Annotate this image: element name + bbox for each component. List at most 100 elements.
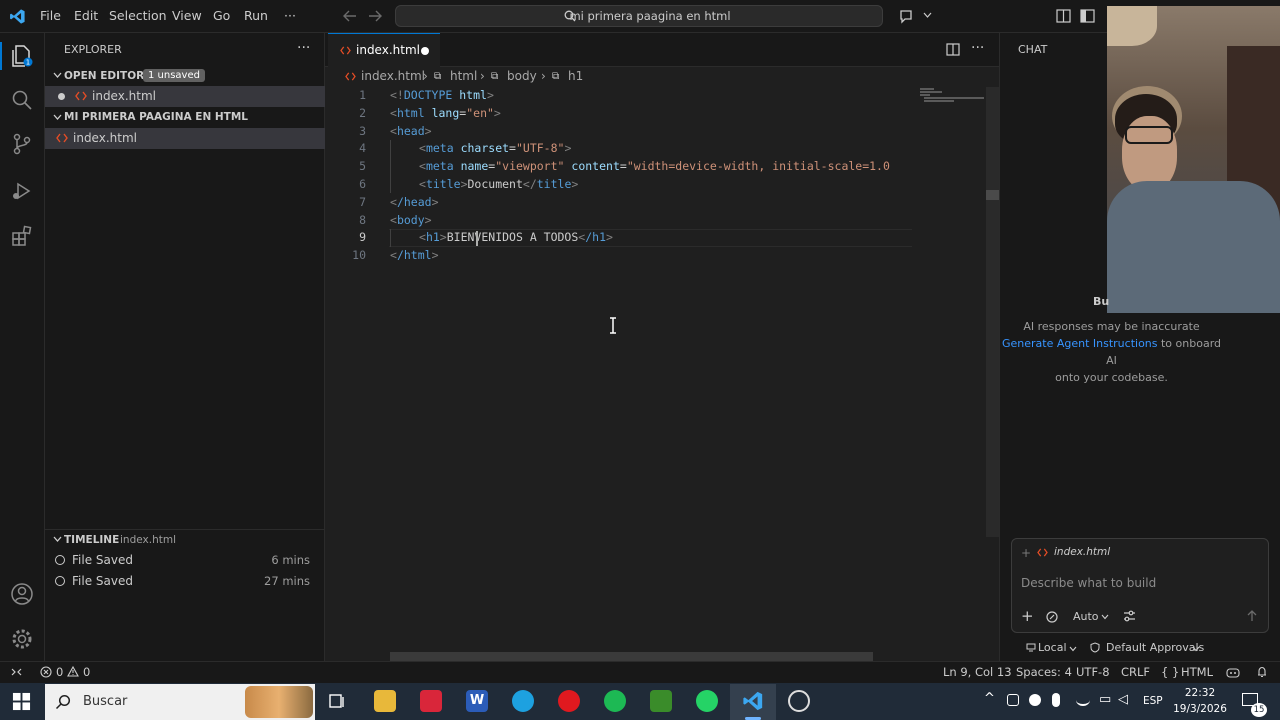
copilot-status-icon[interactable] (1226, 666, 1240, 678)
breadcrumb-html[interactable]: html (450, 69, 477, 83)
chevron-down-icon[interactable] (1069, 646, 1077, 652)
breadcrumb-body[interactable]: body (507, 69, 537, 83)
chevron-down-icon[interactable] (1101, 614, 1109, 620)
copilot-icon[interactable] (898, 8, 916, 24)
word-icon[interactable]: W (466, 690, 488, 712)
code-line-6[interactable]: <title>Document</title> (419, 177, 578, 191)
unsaved-dot-icon[interactable] (58, 93, 65, 100)
whatsapp-icon[interactable] (696, 690, 718, 712)
local-selector[interactable]: Local (1038, 641, 1067, 654)
mode-selector[interactable]: Auto (1073, 610, 1099, 623)
tray-expand-icon[interactable]: ^ (984, 691, 995, 706)
obs-icon[interactable] (788, 690, 810, 712)
toggle-sidebar-icon[interactable] (1080, 9, 1095, 23)
chat-input-box[interactable]: + index.html Describe what to build + Au… (1011, 538, 1269, 633)
code-line-5[interactable]: <meta name="viewport" content="width=dev… (419, 159, 890, 173)
code-line-10[interactable]: </html> (390, 248, 439, 262)
timeline-item-label[interactable]: File Saved (72, 574, 133, 588)
code-line-2[interactable]: <html lang="en"> (390, 106, 501, 120)
edge-browser-icon[interactable] (512, 690, 534, 712)
windows-start-icon[interactable] (12, 692, 31, 711)
encoding[interactable]: UTF-8 (1076, 665, 1110, 679)
context-file-chip[interactable]: index.html (1054, 546, 1110, 558)
volume-icon[interactable]: ◁ (1118, 692, 1128, 707)
spotify-icon[interactable] (604, 690, 626, 712)
task-view-icon[interactable] (327, 691, 347, 711)
tray-app-icon[interactable] (1007, 694, 1019, 706)
editor-more-icon[interactable]: ··· (971, 40, 984, 56)
chevron-down-icon[interactable] (53, 535, 62, 544)
settings-sliders-icon[interactable] (1123, 610, 1136, 622)
tray-cloud-icon[interactable] (1029, 694, 1041, 706)
warning-icon[interactable] (67, 666, 79, 677)
menu-more[interactable]: ··· (284, 8, 296, 23)
cursor-position[interactable]: Ln 9, Col 13 (943, 665, 1012, 679)
editor-tab[interactable]: index.html (328, 33, 440, 67)
open-editor-row[interactable] (45, 86, 325, 107)
line-ending[interactable]: CRLF (1121, 665, 1150, 679)
tools-icon[interactable] (1046, 611, 1058, 623)
account-icon[interactable] (9, 581, 35, 607)
search-icon[interactable] (9, 87, 35, 113)
code-line-7[interactable]: </head> (390, 195, 439, 209)
attach-icon[interactable]: + (1021, 607, 1034, 625)
chevron-down-icon[interactable] (53, 113, 62, 122)
pdf-reader-icon[interactable] (420, 690, 442, 712)
vscode-taskbar-icon[interactable] (742, 690, 764, 712)
breadcrumb-file[interactable]: index.html (361, 69, 425, 83)
code-line-3[interactable]: <head> (390, 124, 432, 138)
menu-run[interactable]: Run (244, 8, 268, 23)
generate-instructions-link[interactable]: Generate Agent Instructions (1002, 337, 1158, 350)
clock-date[interactable]: 19/3/2026 (1172, 703, 1228, 715)
horizontal-scrollbar[interactable] (390, 652, 873, 661)
code-line-4[interactable]: <meta charset="UTF-8"> (419, 141, 571, 155)
menu-go[interactable]: Go (213, 8, 230, 23)
timeline-header[interactable]: TIMELINE (64, 534, 119, 546)
code-line-1[interactable]: <!DOCTYPE html> (390, 88, 494, 102)
indentation[interactable]: Spaces: 4 (1016, 665, 1072, 679)
split-editor-icon[interactable] (946, 43, 960, 56)
error-count[interactable]: 0 (56, 665, 63, 679)
microphone-icon[interactable] (1052, 693, 1060, 707)
input-language[interactable]: ESP (1143, 695, 1163, 707)
taskbar-search[interactable]: Buscar (45, 684, 315, 720)
gear-icon[interactable] (9, 626, 35, 652)
chat-input-placeholder[interactable]: Describe what to build (1021, 576, 1156, 590)
menu-file[interactable]: File (40, 8, 61, 23)
unsaved-dot-icon[interactable] (421, 47, 429, 55)
minecraft-icon[interactable] (650, 690, 672, 712)
layout-panel-icon[interactable] (1056, 9, 1071, 23)
explorer-icon[interactable]: 1 (9, 43, 35, 69)
error-icon[interactable] (40, 666, 52, 678)
code-line-9[interactable]: <h1>BIENVENIDOS A TODOS</h1> (419, 230, 613, 244)
explorer-more-icon[interactable]: ··· (297, 40, 310, 56)
battery-icon[interactable]: ▭ (1099, 692, 1111, 707)
chevron-down-icon[interactable] (923, 12, 932, 19)
opera-browser-icon[interactable] (558, 690, 580, 712)
menu-selection[interactable]: Selection (109, 8, 167, 23)
send-arrow-icon[interactable] (1247, 610, 1257, 622)
remote-icon[interactable] (10, 666, 23, 678)
command-center-search[interactable]: mi primera paagina en html (395, 5, 883, 27)
chevron-down-icon[interactable] (53, 71, 62, 80)
extensions-icon[interactable] (9, 223, 35, 249)
forward-arrow-icon[interactable] (368, 10, 382, 22)
source-control-icon[interactable] (9, 131, 35, 157)
minimap[interactable] (920, 88, 984, 104)
wifi-icon[interactable] (1076, 694, 1090, 706)
clock-time[interactable]: 22:32 (1172, 687, 1228, 699)
back-arrow-icon[interactable] (343, 10, 357, 22)
language-braces-icon[interactable]: { } (1161, 665, 1179, 679)
project-folder-header[interactable]: MI PRIMERA PAAGINA EN HTML (64, 111, 248, 123)
breadcrumb-h1[interactable]: h1 (568, 69, 583, 83)
vertical-scrollbar[interactable] (986, 87, 999, 537)
menu-view[interactable]: View (172, 8, 202, 23)
warning-count[interactable]: 0 (83, 665, 90, 679)
add-context-icon[interactable]: + (1021, 546, 1031, 560)
code-line-8[interactable]: <body> (390, 213, 432, 227)
run-debug-icon[interactable] (9, 178, 35, 204)
chevron-down-icon[interactable] (1192, 646, 1200, 652)
file-explorer-icon[interactable] (374, 690, 396, 712)
open-editors-header[interactable]: OPEN EDITORS (64, 70, 152, 82)
approvals-selector[interactable]: Default Approvals (1106, 641, 1204, 654)
